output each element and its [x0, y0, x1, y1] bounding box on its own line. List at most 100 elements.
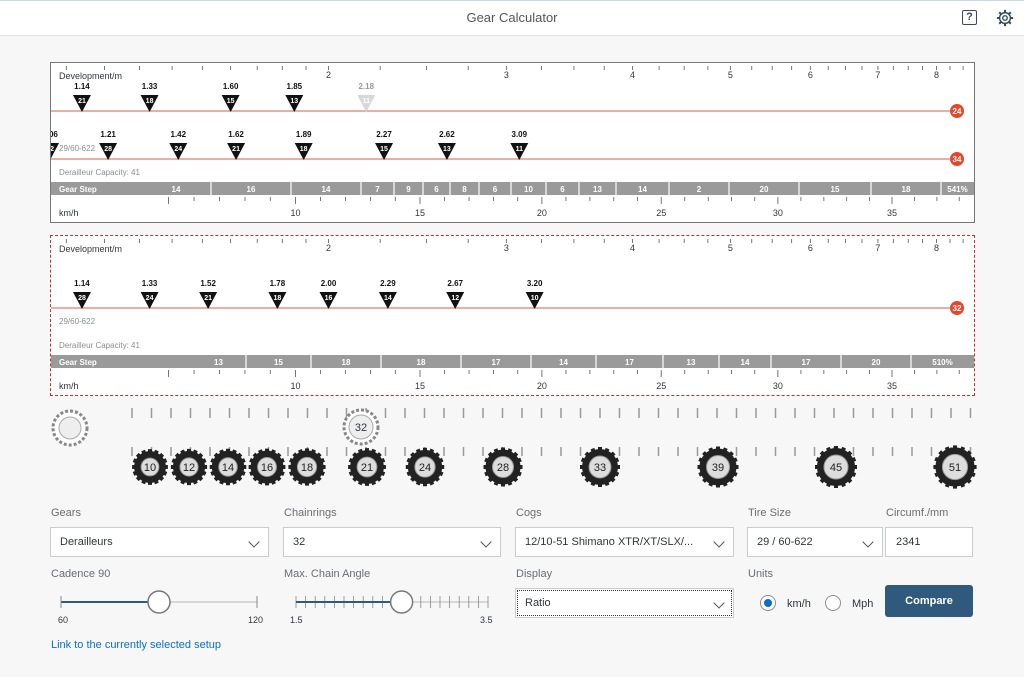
capacity-label: Derailleur Capacity: 41 [59, 341, 140, 350]
comparison-chart-panel-1[interactable]: Development/m 2345678 0.571420.649370.75… [50, 62, 975, 223]
dev-tick-label: 2 [326, 70, 331, 80]
chainrings-select[interactable]: 32 [283, 527, 501, 557]
gear-step-label: Gear Step [59, 358, 97, 367]
circumference-input[interactable]: 2341 [885, 527, 973, 557]
ratio-value: 1.89 [296, 130, 312, 139]
display-label: Display [516, 568, 553, 580]
dev-tick-label: 8 [934, 243, 939, 253]
cog-marker-label: 11 [363, 98, 371, 105]
dev-tick-label: 3 [504, 70, 509, 80]
speed-unit-label: km/h [59, 208, 79, 218]
speed-tick-label: 35 [887, 381, 897, 391]
tire-size-select[interactable]: 29 / 60-622 [747, 527, 883, 557]
cog-marker-label: 11 [516, 146, 524, 153]
gear-step-value: 18 [902, 185, 911, 194]
cogs-label: Cogs [516, 507, 542, 519]
ratio-value: 1.33 [142, 82, 158, 91]
cog-icon[interactable]: 21 [348, 448, 386, 486]
cog-icon-label: 33 [594, 462, 606, 474]
gear-step-value: 510% [932, 358, 952, 367]
cog-icon[interactable]: 18 [288, 448, 326, 486]
cog-icon[interactable]: 45 [815, 446, 857, 488]
cog-icon[interactable]: 24 [405, 447, 445, 487]
cog-marker-label: 24 [174, 146, 182, 153]
gear-step-value: 18 [342, 358, 351, 367]
gear-step-value: 17 [625, 358, 634, 367]
ratio-value: 1.33 [142, 279, 158, 288]
cog-icon-label: 45 [830, 462, 842, 474]
tire-size-label: Tire Size [748, 507, 791, 519]
cog-icon[interactable]: 51 [933, 445, 977, 489]
cog-marker-label: 13 [290, 98, 298, 105]
cog-icon-label: 24 [419, 462, 431, 474]
cog-marker-label: 32 [51, 146, 54, 153]
cog-icon[interactable]: 14 [209, 448, 247, 486]
gear-step-value: 17 [802, 358, 811, 367]
chainring-icon[interactable]: 32 [342, 408, 380, 446]
chainring-badge-label: 34 [953, 155, 962, 164]
chain-angle-min: 1.5 [290, 615, 303, 625]
unit-mph-radio[interactable] [825, 595, 841, 611]
gears-value: Derailleurs [60, 536, 113, 548]
cogs-value: 12/10-51 Shimano XTR/XT/SLX/... [525, 536, 694, 548]
gear-step-value: 6 [560, 185, 565, 194]
dev-tick-label: 8 [934, 70, 939, 80]
compare-button[interactable]: Compare [885, 585, 973, 617]
tire-label: 29/60-622 [59, 144, 96, 153]
cog-icon-label: 39 [712, 462, 724, 474]
dev-tick-label: 5 [728, 70, 733, 80]
cog-icon[interactable]: 10 [132, 449, 168, 485]
cog-icon-label: 21 [361, 462, 373, 474]
chainrings-value: 32 [293, 536, 306, 548]
cog-marker-label: 21 [78, 98, 86, 105]
chain-angle-max: 3.5 [480, 615, 493, 625]
cadence-slider[interactable] [55, 588, 265, 618]
cadence-slider-handle[interactable] [147, 590, 171, 614]
ratio-value: 2.00 [321, 279, 337, 288]
unit-kmh-radio[interactable] [760, 595, 776, 611]
cog-marker-label: 13 [443, 146, 451, 153]
cog-marker-label: 10 [531, 295, 539, 302]
gears-select[interactable]: Derailleurs [50, 527, 269, 557]
gear-chart-1: Development/m 2345678 0.571420.649370.75… [51, 66, 974, 218]
gear-step-value: 14 [322, 185, 331, 194]
tire-size-value: 29 / 60-622 [757, 536, 813, 548]
cog-icon[interactable]: 12 [170, 448, 208, 486]
cog-icon[interactable]: 28 [483, 447, 523, 487]
cogs-select[interactable]: 12/10-51 Shimano XTR/XT/SLX/... [515, 527, 734, 557]
cog-icon[interactable]: 39 [697, 446, 739, 488]
gear-step-label: Gear Step [59, 185, 97, 194]
setup-link[interactable]: Link to the currently selected setup [51, 639, 221, 651]
speed-tick-label: 30 [773, 208, 783, 218]
ratio-value: 1.14 [74, 279, 90, 288]
chainring-icon-label: 32 [355, 422, 367, 434]
gear-step-value: 13 [687, 358, 696, 367]
speed-tick-label: 10 [290, 208, 300, 218]
display-select[interactable]: Ratio [515, 588, 734, 618]
cog-marker-label: 16 [325, 295, 333, 302]
gear-step-value: 8 [462, 185, 467, 194]
cog-icon[interactable]: 33 [580, 447, 620, 487]
gear-step-value: 14 [559, 358, 568, 367]
chain-angle-slider-handle[interactable] [389, 590, 414, 614]
app-title: Gear Calculator [466, 10, 558, 25]
gear-step-value: 16 [247, 185, 256, 194]
gear-step-value: 20 [872, 358, 881, 367]
display-value: Ratio [525, 597, 551, 609]
gear-step-value: 10 [524, 185, 533, 194]
gear-step-value: 17 [492, 358, 501, 367]
cog-marker-label: 15 [380, 146, 388, 153]
development-label: Development/m [59, 71, 122, 81]
settings-gear-icon[interactable] [996, 9, 1014, 27]
speed-tick-label: 10 [290, 381, 300, 391]
ratio-value: 2.62 [439, 130, 455, 139]
chain-angle-slider[interactable] [290, 588, 500, 618]
cog-icon[interactable]: 16 [248, 448, 286, 486]
circumference-label: Circumf./mm [886, 507, 949, 519]
comparison-chart-panel-2[interactable]: Development/m 2345678 0.627510.711450.82… [50, 235, 975, 396]
cog-icon-label: 12 [183, 462, 195, 474]
speed-tick-label: 20 [537, 208, 547, 218]
gear-step-value: 6 [434, 185, 439, 194]
help-icon[interactable]: ? [962, 10, 977, 25]
ratio-value: 1.06 [51, 130, 58, 139]
